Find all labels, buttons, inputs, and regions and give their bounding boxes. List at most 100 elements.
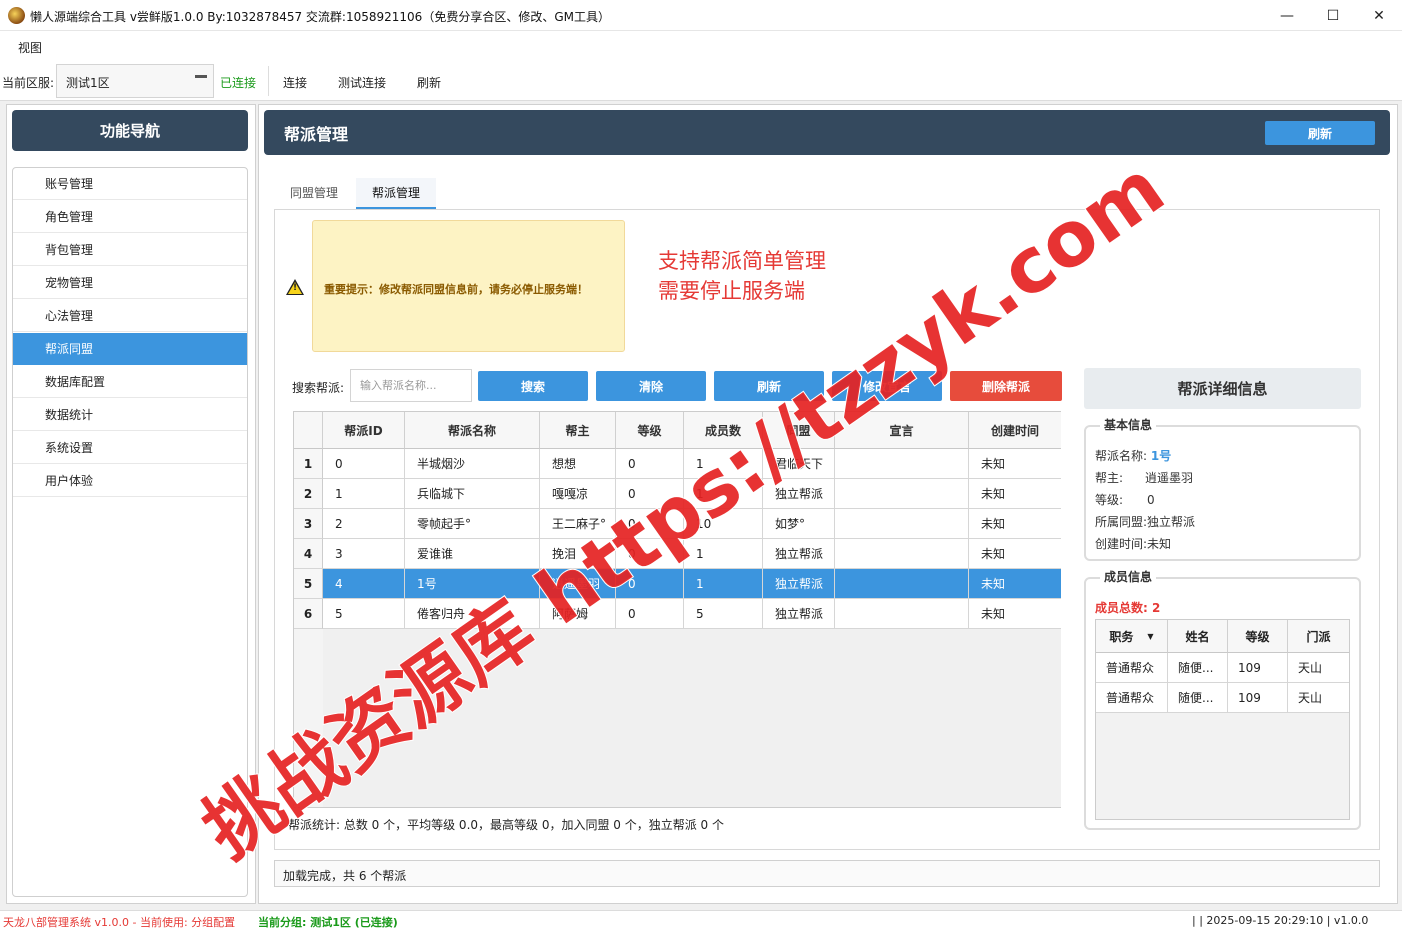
member-cell-level: 109 — [1228, 653, 1288, 683]
cell-level: 0 — [616, 599, 684, 629]
detail-leader-value: 逍遥墨羽 — [1145, 471, 1194, 485]
warning-box: 重要提示：修改帮派同盟信息前，请务必停止服务端！ — [312, 220, 625, 352]
cell-declaration — [835, 509, 969, 539]
toolbar-divider — [268, 66, 269, 96]
member-cell-level: 109 — [1228, 683, 1288, 713]
table-row[interactable]: 1 兵临城下 嘎嘎凉 0 1 独立帮派 未知 — [323, 479, 1061, 509]
tab-guild[interactable]: 帮派管理 — [356, 178, 437, 209]
nav-item-account[interactable]: 账号管理 — [13, 168, 247, 200]
table-row[interactable]: 5 倦客归舟 阿萨姆 0 5 独立帮派 未知 — [323, 599, 1061, 629]
row-header[interactable]: 3 — [294, 509, 323, 539]
nav-item-settings[interactable]: 系统设置 — [13, 432, 247, 464]
column-header-leader[interactable]: 帮主 — [540, 412, 616, 449]
table-row[interactable]: 0 半城烟沙 想想 0 1 君临天下 未知 — [323, 449, 1061, 479]
cell-members: 1 — [684, 569, 763, 599]
statusbar-system: 天龙八部管理系统 v1.0.0 - 当前使用: 分组配置 — [3, 916, 236, 929]
search-button[interactable]: 搜索 — [478, 371, 588, 401]
cell-declaration — [835, 569, 969, 599]
member-cell-name: 随便... — [1168, 653, 1228, 683]
connection-status: 已连接 — [220, 76, 257, 90]
clear-button[interactable]: 清除 — [596, 371, 706, 401]
nav-item-pet[interactable]: 宠物管理 — [13, 267, 247, 299]
warning-text: 重要提示：修改帮派同盟信息前，请务必停止服务端！ — [324, 283, 588, 296]
cell-level: 0 — [616, 449, 684, 479]
nav-item-db-config[interactable]: 数据库配置 — [13, 366, 247, 398]
nav-item-role[interactable]: 角色管理 — [13, 201, 247, 233]
detail-name-label: 帮派名称: — [1095, 449, 1148, 463]
column-header-members[interactable]: 成员数 — [684, 412, 763, 449]
nav-header: 功能导航 — [12, 110, 248, 151]
header-refresh-button[interactable]: 刷新 — [1265, 121, 1375, 145]
app-logo-icon — [8, 7, 25, 24]
statusbar-group: 当前分组: 测试1区 (已连接) — [258, 916, 398, 929]
search-input[interactable] — [350, 369, 472, 402]
table-row[interactable]: 3 爱谁谁 挽泪 0 1 独立帮派 未知 — [323, 539, 1061, 569]
test-connect-button[interactable]: 测试连接 — [338, 74, 386, 91]
member-column-role[interactable]: 职务 ▼ — [1096, 620, 1168, 653]
member-row[interactable]: 普通帮众 随便... 109 天山 — [1096, 683, 1349, 713]
delete-guild-button[interactable]: 删除帮派 — [950, 371, 1062, 401]
column-header-name[interactable]: 帮派名称 — [405, 412, 540, 449]
cell-leader: 挽泪 — [540, 539, 616, 569]
status-text: 加载完成，共 6 个帮派 — [283, 869, 407, 883]
modify-declaration-button[interactable]: 修改宣言 — [832, 371, 942, 401]
cell-members: 1 — [684, 449, 763, 479]
cell-id: 2 — [323, 509, 405, 539]
row-header[interactable]: 4 — [294, 539, 323, 569]
member-column-level[interactable]: 等级 — [1228, 620, 1288, 653]
nav-item-user-experience[interactable]: 用户体验 — [13, 465, 247, 497]
dropdown-arrow-icon — [195, 75, 207, 78]
member-cell-role: 普通帮众 — [1096, 653, 1168, 683]
column-header-created[interactable]: 创建时间 — [969, 412, 1061, 449]
annotation-line-1: 支持帮派简单管理 — [658, 249, 826, 273]
page-title: 帮派管理 — [284, 125, 349, 144]
column-header-declaration[interactable]: 宣言 — [835, 412, 969, 449]
member-column-name[interactable]: 姓名 — [1168, 620, 1228, 653]
table-row[interactable]: 2 零帧起手° 王二麻子° 0 10 如梦° 未知 — [323, 509, 1061, 539]
member-cell-name: 随便... — [1168, 683, 1228, 713]
sort-down-icon: ▼ — [1147, 631, 1154, 641]
window-title: 懒人源端综合工具 v尝鲜版1.0.0 By:1032878457 交流群:105… — [30, 10, 610, 24]
tab-alliance[interactable]: 同盟管理 — [274, 178, 354, 209]
row-header[interactable]: 6 — [294, 599, 323, 629]
cell-alliance: 独立帮派 — [763, 599, 835, 629]
guild-stats: 帮派统计: 总数 0 个，平均等级 0.0，最高等级 0，加入同盟 0 个，独立… — [288, 818, 724, 832]
nav-item-xinfa[interactable]: 心法管理 — [13, 300, 247, 332]
cell-created: 未知 — [969, 449, 1061, 479]
cell-name: 兵临城下 — [405, 479, 540, 509]
detail-created-row: 创建时间:未知 — [1095, 535, 1171, 552]
minimize-button[interactable]: — — [1264, 0, 1310, 31]
member-row[interactable]: 普通帮众 随便... 109 天山 — [1096, 653, 1349, 683]
connect-button[interactable]: 连接 — [283, 74, 307, 91]
nav-item-statistics[interactable]: 数据统计 — [13, 399, 247, 431]
detail-leader-label: 帮主: — [1095, 471, 1124, 485]
detail-title: 帮派详细信息 — [1084, 368, 1361, 409]
toolbar-refresh-button[interactable]: 刷新 — [417, 74, 441, 91]
detail-name-value: 1号 — [1150, 449, 1172, 463]
row-header[interactable]: 5 — [294, 569, 323, 599]
menu-view[interactable]: 视图 — [18, 39, 42, 56]
member-table: 职务 ▼ 姓名 等级 门派 普通帮众 随便... 109 天山 普通帮众 随便... 109 天… — [1095, 619, 1350, 820]
cell-members: 1 — [684, 539, 763, 569]
nav-item-bag[interactable]: 背包管理 — [13, 234, 247, 266]
member-column-school[interactable]: 门派 — [1288, 620, 1349, 653]
cell-leader: 想想 — [540, 449, 616, 479]
close-button[interactable]: ✕ — [1356, 0, 1402, 31]
cell-alliance: 如梦° — [763, 509, 835, 539]
column-header-id[interactable]: 帮派ID — [323, 412, 405, 449]
cell-members: 5 — [684, 599, 763, 629]
row-header[interactable]: 2 — [294, 479, 323, 509]
column-header-alliance[interactable]: 同盟 — [763, 412, 835, 449]
detail-level-value: 0 — [1147, 493, 1155, 507]
nav-item-guild-alliance[interactable]: 帮派同盟 — [13, 333, 247, 365]
table-row[interactable]: 4 1号 逍遥墨羽 0 1 独立帮派 未知 — [323, 569, 1061, 599]
server-select[interactable]: 测试1区 — [56, 64, 214, 98]
row-header[interactable]: 1 — [294, 449, 323, 479]
cell-id: 0 — [323, 449, 405, 479]
refresh-button[interactable]: 刷新 — [714, 371, 824, 401]
column-header-level[interactable]: 等级 — [616, 412, 684, 449]
maximize-button[interactable]: ☐ — [1310, 0, 1356, 31]
cell-name: 倦客归舟 — [405, 599, 540, 629]
server-label: 当前区服: — [2, 76, 55, 90]
annotation-line-2: 需要停止服务端 — [658, 279, 805, 303]
